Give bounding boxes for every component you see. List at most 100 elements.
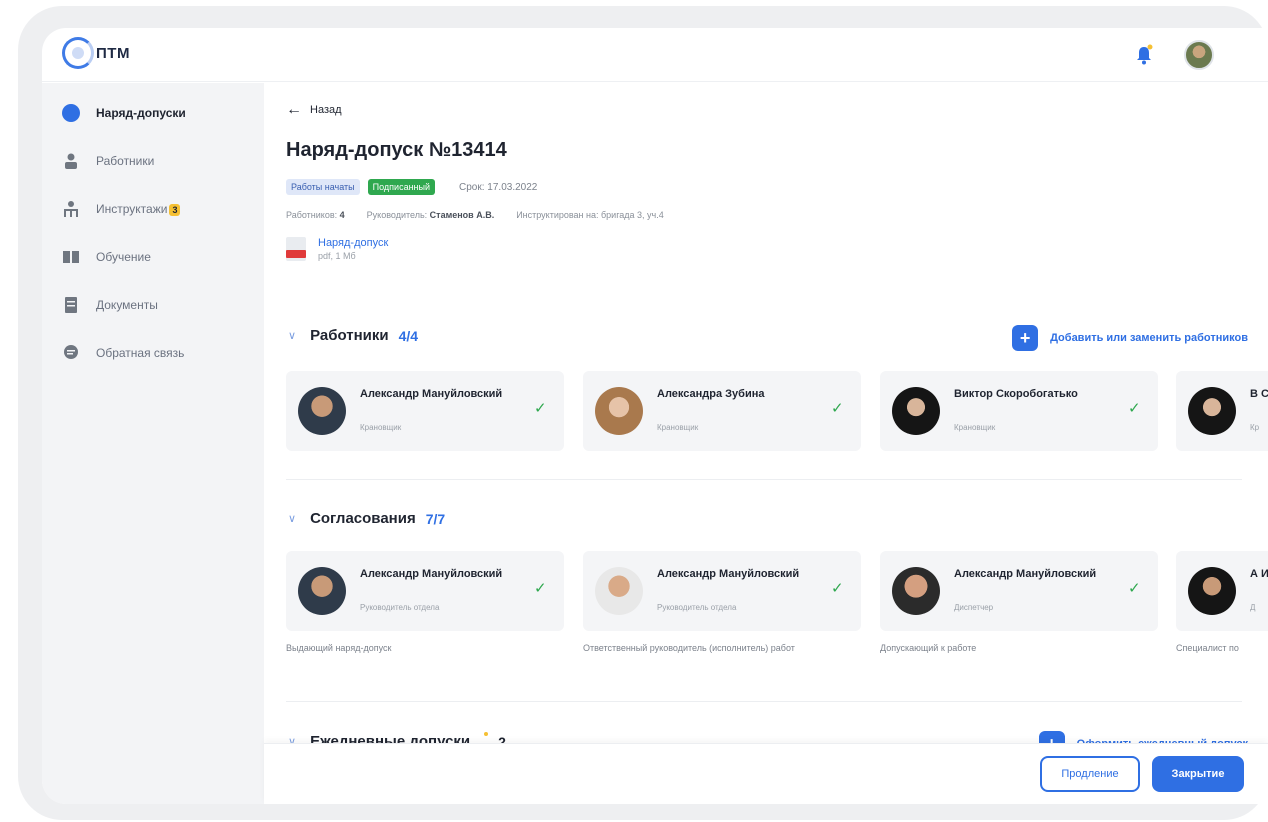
plus-icon: + <box>1012 325 1039 351</box>
approver-role: Д <box>1250 603 1256 612</box>
section-title: Согласования <box>310 510 416 527</box>
worker-card[interactable]: Виктор Скоробогатько Крановщик ✓ <box>880 371 1158 451</box>
check-icon: ✓ <box>831 580 844 597</box>
close-permit-button[interactable]: Закрытие <box>1152 756 1244 792</box>
approver-name: Александр Мануйловский <box>954 568 1097 580</box>
footer-bar: Продление Закрытие <box>264 743 1268 804</box>
signed-badge: Подписанный <box>367 179 436 195</box>
check-icon: ✓ <box>831 400 844 417</box>
arrow-left-icon: ← <box>286 101 302 118</box>
status-badge: Работы начаты <box>286 179 360 195</box>
avatar <box>1188 387 1236 435</box>
manager-meta: Руководитель: Стаменов А.В. <box>366 210 495 220</box>
circle-icon <box>62 104 80 122</box>
check-icon: ✓ <box>534 580 547 597</box>
sidebar-item-training[interactable]: Обучение <box>62 245 151 269</box>
add-workers-label: Добавить или заменить работников <box>1050 332 1248 344</box>
approver-name: А И <box>1250 568 1268 580</box>
section-count: 4/4 <box>398 327 419 344</box>
worker-role: Крановщик <box>657 423 699 432</box>
sidebar-item-briefings[interactable]: Инструктажи 3 <box>62 197 181 221</box>
approvals-section-header[interactable]: ∨ Согласования 7/7 <box>288 510 445 527</box>
app-window: ПТМ Наряд-допуски Работники Инструктажи 3 <box>42 28 1268 804</box>
worker-role: Крановщик <box>954 423 996 432</box>
approver-role: Диспетчер <box>954 603 994 612</box>
worker-name: Александр Мануйловский <box>360 388 503 400</box>
sidebar-item-label: Наряд-допуски <box>96 106 186 120</box>
approval-caption: Ответственный руководитель (исполнитель)… <box>583 643 795 653</box>
sidebar-item-documents[interactable]: Документы <box>62 293 158 317</box>
instruction-meta: Инструктирован на: бригада 3, уч.4 <box>516 210 664 220</box>
extend-button[interactable]: Продление <box>1040 756 1140 792</box>
status-row: Работы начаты Подписанный Срок: 17.03.20… <box>286 179 537 195</box>
document-attachment[interactable]: Наряд-допуск pdf, 1 Мб <box>286 237 388 261</box>
worker-card[interactable]: В С Кр <box>1176 371 1268 451</box>
sidebar-item-label: Документы <box>96 298 158 312</box>
avatar <box>298 387 346 435</box>
approval-caption: Допускающий к работе <box>880 643 977 653</box>
check-icon: ✓ <box>1128 400 1141 417</box>
worker-name: Александра Зубина <box>657 388 765 400</box>
check-icon: ✓ <box>1128 580 1141 597</box>
meta-row: Работников: 4 Руководитель: Стаменов А.В… <box>286 210 664 220</box>
avatar <box>892 567 940 615</box>
approval-card[interactable]: Александр Мануйловский Диспетчер ✓ <box>880 551 1158 631</box>
section-title: Работники <box>310 327 389 344</box>
workers-count-meta: Работников: 4 <box>286 210 345 220</box>
notification-dot <box>484 731 489 736</box>
back-label: Назад <box>310 104 342 116</box>
avatar <box>595 567 643 615</box>
approval-card[interactable]: Александр Мануйловский Руководитель отде… <box>286 551 564 631</box>
worker-name: Виктор Скоробогатько <box>954 388 1078 400</box>
sidebar-item-feedback[interactable]: Обратная связь <box>62 341 184 365</box>
count-badge: 3 <box>169 204 181 216</box>
section-divider <box>286 479 1242 480</box>
logo-text: ПТМ <box>96 44 130 62</box>
sidebar-item-permits[interactable]: Наряд-допуски <box>62 101 186 125</box>
back-link[interactable]: ← Назад <box>286 101 342 119</box>
approval-caption: Выдающий наряд-допуск <box>286 643 392 653</box>
worker-icon <box>65 153 77 169</box>
bell-icon[interactable] <box>1134 44 1154 66</box>
people-icon <box>64 201 78 217</box>
logo[interactable]: ПТМ <box>62 37 130 69</box>
logo-mark-icon <box>62 37 94 69</box>
sidebar-item-workers[interactable]: Работники <box>62 149 154 173</box>
user-avatar[interactable] <box>1184 40 1214 70</box>
book-icon <box>63 251 79 263</box>
top-bar: ПТМ <box>42 28 1268 82</box>
approval-card[interactable]: А И Д <box>1176 551 1268 631</box>
worker-name: В С <box>1250 388 1268 400</box>
page-title: Наряд-допуск №13414 <box>286 139 507 161</box>
worker-role: Кр <box>1250 423 1260 432</box>
avatar <box>892 387 940 435</box>
sidebar-item-label: Инструктажи 3 <box>96 202 181 216</box>
pdf-file-icon <box>286 237 306 261</box>
chevron-down-icon: ∨ <box>288 513 297 525</box>
sidebar-item-label: Обратная связь <box>96 346 185 360</box>
approver-name: Александр Мануйловский <box>657 568 800 580</box>
document-size: pdf, 1 Мб <box>318 251 356 261</box>
avatar <box>1188 567 1236 615</box>
chevron-down-icon: ∨ <box>288 330 297 342</box>
main-content: ← Назад Наряд-допуск №13414 Работы начат… <box>264 83 1268 757</box>
sidebar: Наряд-допуски Работники Инструктажи 3 Обу… <box>42 83 264 804</box>
worker-card[interactable]: Александр Мануйловский Крановщик ✓ <box>286 371 564 451</box>
sidebar-item-label: Работники <box>96 154 155 168</box>
approval-caption: Специалист по <box>1176 643 1239 653</box>
add-workers-button[interactable]: + Добавить или заменить работников <box>1012 325 1248 351</box>
worker-card[interactable]: Александра Зубина Крановщик ✓ <box>583 371 861 451</box>
workers-section-header[interactable]: ∨ Работники 4/4 <box>288 327 418 344</box>
document-name: Наряд-допуск <box>318 237 389 249</box>
avatar <box>595 387 643 435</box>
check-icon: ✓ <box>534 400 547 417</box>
section-count: 7/7 <box>425 510 446 527</box>
approval-card[interactable]: Александр Мануйловский Руководитель отде… <box>583 551 861 631</box>
approver-name: Александр Мануйловский <box>360 568 503 580</box>
approver-role: Руководитель отдела <box>657 603 737 612</box>
chat-icon <box>64 345 78 359</box>
section-divider <box>286 701 1242 702</box>
approver-role: Руководитель отдела <box>360 603 440 612</box>
document-icon <box>65 297 77 313</box>
worker-role: Крановщик <box>360 423 402 432</box>
